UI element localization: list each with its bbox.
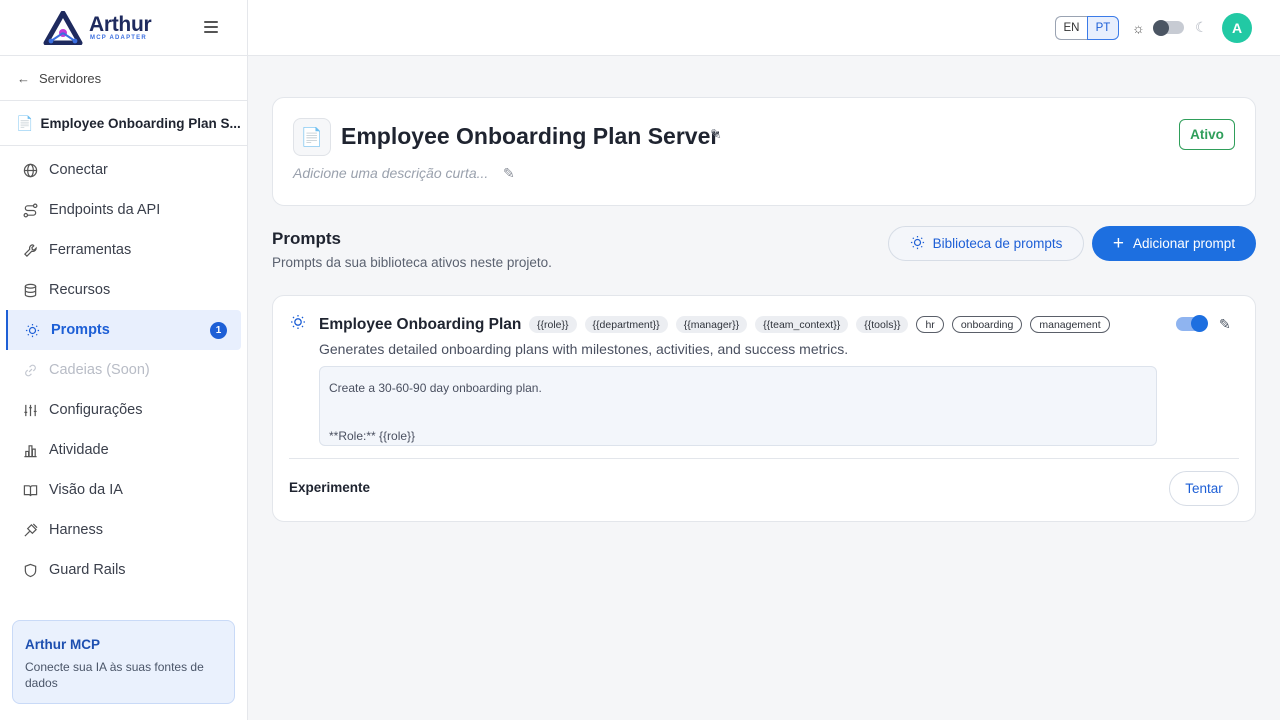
moon-icon: ☾ (1195, 19, 1208, 35)
current-server-name: Employee Onboarding Plan S... (40, 115, 241, 131)
prompt-tags: {{role}} {{department}} {{manager}} {{te… (529, 316, 1110, 333)
label-tag: onboarding (951, 316, 1023, 333)
status-badge[interactable]: Ativo (1179, 119, 1235, 150)
prompt-description: Generates detailed onboarding plans with… (319, 341, 849, 357)
bar-chart-icon (22, 442, 39, 459)
avatar[interactable]: A (1222, 13, 1252, 43)
prompt-card: Employee Onboarding Plan {{role}} {{depa… (272, 295, 1256, 522)
prompt-library-button[interactable]: Biblioteca de prompts (888, 226, 1084, 261)
lang-pt-button[interactable]: PT (1087, 16, 1119, 40)
lightbulb-icon (24, 322, 41, 339)
book-icon (22, 482, 39, 499)
sidebar-item-label: Guard Rails (49, 562, 126, 578)
sidebar-item-recursos[interactable]: Recursos (0, 270, 241, 310)
promo-title: Arthur MCP (25, 637, 100, 652)
lightbulb-icon (910, 235, 925, 253)
document-icon: 📄 (293, 118, 331, 156)
sidebar-item-configuracoes[interactable]: Configurações (0, 390, 241, 430)
variable-tag: {{tools}} (856, 316, 909, 333)
server-card: 📄 Employee Onboarding Plan Server ✎ Adic… (272, 97, 1256, 206)
globe-icon (22, 162, 39, 179)
variable-tag: {{manager}} (675, 316, 748, 333)
sidebar-item-conectar[interactable]: Conectar (0, 150, 241, 190)
plus-icon: + (1112, 233, 1125, 254)
page-title: Employee Onboarding Plan Server (341, 123, 720, 149)
sidebar-item-label: Configurações (49, 402, 143, 418)
sidebar-item-prompts[interactable]: Prompts 1 (6, 310, 241, 350)
wrench-icon (22, 242, 39, 259)
topbar: EN PT ☼ ☾ A (248, 0, 1280, 56)
edit-description-icon[interactable]: ✎ (503, 165, 515, 182)
server-description-placeholder[interactable]: Adicione uma descrição curta... (293, 165, 488, 181)
sun-icon: ☼ (1132, 20, 1145, 36)
brand-tagline: MCP ADAPTER (90, 34, 147, 41)
add-prompt-label: Adicionar prompt (1133, 236, 1236, 251)
sidebar-item-harness[interactable]: Harness (0, 510, 241, 550)
sidebar-item-guard-rails[interactable]: Guard Rails (0, 550, 241, 590)
prompt-name: Employee Onboarding Plan (319, 316, 522, 333)
variable-tag: {{team_context}} (755, 316, 849, 333)
promo-card: Arthur MCP Conecte sua IA às suas fontes… (12, 620, 235, 704)
edit-prompt-icon[interactable]: ✎ (1219, 316, 1231, 333)
prompts-count-badge: 1 (210, 322, 227, 339)
sidebar-item-ferramentas[interactable]: Ferramentas (0, 230, 241, 270)
sidebar-item-label: Conectar (49, 162, 108, 178)
experiment-label: Experimente (289, 480, 371, 495)
logo-row: Arthur MCP ADAPTER (0, 0, 247, 56)
sidebar: Arthur MCP ADAPTER ← Servidores 📄 Employ… (0, 0, 248, 720)
prompt-enabled-toggle[interactable] (1176, 315, 1208, 332)
sidebar-item-label: Recursos (49, 282, 111, 298)
section-title: Prompts (272, 229, 341, 248)
divider (289, 458, 1239, 459)
edit-title-icon[interactable]: ✎ (710, 126, 722, 143)
variable-tag: {{department}} (584, 316, 668, 333)
sidebar-item-label: Endpoints da API (49, 202, 161, 218)
sidebar-item-endpoints[interactable]: Endpoints da API (0, 190, 241, 230)
sidebar-item-label: Cadeias (Soon) (49, 362, 150, 378)
language-switcher: EN PT (1055, 16, 1119, 40)
document-icon: 📄 (16, 114, 34, 131)
theme-toggle[interactable] (1153, 19, 1184, 36)
arrow-left-icon: ← (17, 70, 30, 86)
sidebar-item-atividade[interactable]: Atividade (0, 430, 241, 470)
sidebar-item-label: Ferramentas (49, 242, 132, 258)
route-icon (22, 202, 39, 219)
sidebar-item-label: Atividade (49, 442, 109, 458)
database-icon (22, 282, 39, 299)
logo-text: Arthur MCP ADAPTER (89, 12, 152, 41)
try-button[interactable]: Tentar (1169, 471, 1239, 506)
back-label: Servidores (39, 70, 102, 86)
harness-icon (22, 522, 39, 539)
link-icon (22, 362, 39, 379)
lightbulb-icon (290, 314, 306, 335)
arthur-logo-icon[interactable] (43, 10, 83, 45)
sliders-icon (22, 402, 39, 419)
prompt-body-line: **Role:** {{role}} (329, 429, 416, 443)
prompt-body-line: Create a 30-60-90 day onboarding plan. (329, 381, 542, 395)
prompt-library-label: Biblioteca de prompts (932, 236, 1063, 251)
brand-name: Arthur (89, 12, 152, 36)
promo-description: Conecte sua IA às suas fontes de dados (25, 660, 204, 690)
label-tag: management (1030, 316, 1110, 333)
lang-en-button[interactable]: EN (1055, 16, 1087, 40)
label-tag: hr (916, 316, 944, 333)
hamburger-menu-icon[interactable] (204, 19, 222, 37)
sidebar-item-label: Visão da IA (49, 482, 123, 498)
sidebar-item-label: Harness (49, 522, 103, 538)
shield-icon (22, 562, 39, 579)
sidebar-item-visao-ia[interactable]: Visão da IA (0, 470, 241, 510)
back-to-servers-link[interactable]: ← Servidores (0, 56, 247, 101)
sidebar-item-label: Prompts (51, 322, 110, 338)
prompt-body-preview: Create a 30-60-90 day onboarding plan. *… (319, 366, 1157, 446)
variable-tag: {{role}} (529, 316, 577, 333)
sidebar-item-cadeias: Cadeias (Soon) (0, 350, 241, 390)
add-prompt-button[interactable]: + Adicionar prompt (1092, 226, 1256, 261)
section-subtitle: Prompts da sua biblioteca ativos neste p… (272, 255, 552, 270)
current-server: 📄 Employee Onboarding Plan S... (0, 101, 247, 146)
sidebar-nav: Conectar Endpoints da API Ferramentas Re… (0, 146, 247, 590)
